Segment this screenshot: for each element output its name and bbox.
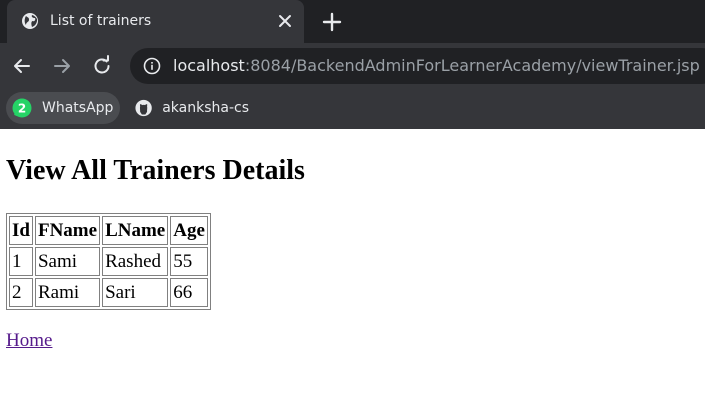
bookmark-whatsapp[interactable]: 2 WhatsApp [6,92,120,124]
cell-lname: Rashed [102,247,169,276]
page-title: View All Trainers Details [6,155,305,186]
cell-lname: Sari [102,278,169,307]
home-link[interactable]: Home [6,329,52,353]
close-icon[interactable] [275,11,295,31]
whatsapp-badge: 2 [18,102,26,116]
arrow-right-icon[interactable] [50,54,74,78]
cell-id: 2 [9,278,33,307]
cell-fname: Rami [34,278,101,307]
plus-icon[interactable] [320,10,344,34]
tab-list-of-trainers[interactable]: List of trainers [7,0,304,43]
cell-age: 66 [170,278,208,307]
browser-toolbar: localhost:8084/BackendAdminForLearnerAca… [0,43,705,89]
table-header-row: Id FName LName Age [9,216,208,245]
url-path: :8084/BackendAdminForLearnerAcademy/view… [244,56,700,75]
column-header-age: Age [170,216,208,245]
bookmark-github[interactable]: akanksha-cs [129,92,249,124]
reload-icon[interactable] [90,54,114,78]
column-header-id: Id [9,216,33,245]
table-row: 1 Sami Rashed 55 [9,247,208,276]
table-row: 2 Rami Sari 66 [9,278,208,307]
page-content: View All Trainers Details Id FName LName… [0,129,705,410]
github-icon [135,99,152,117]
whatsapp-icon: 2 [12,98,32,118]
globe-icon [22,13,38,29]
trainers-table: Id FName LName Age 1 Sami Rashed 55 2 Ra… [6,213,211,310]
address-bar[interactable]: localhost:8084/BackendAdminForLearnerAca… [130,48,705,84]
bookmarks-bar: 2 WhatsApp akanksha-cs [0,89,705,129]
bookmark-label: WhatsApp [42,100,114,116]
arrow-left-icon[interactable] [10,54,34,78]
tab-title: List of trainers [50,13,152,29]
cell-id: 1 [9,247,33,276]
cell-fname: Sami [34,247,101,276]
bookmark-label: akanksha-cs [162,100,249,116]
tab-strip: List of trainers [0,0,705,43]
url-host: localhost [173,56,245,75]
column-header-lname: LName [102,216,169,245]
column-header-fname: FName [34,216,101,245]
url-text[interactable]: localhost:8084/BackendAdminForLearnerAca… [173,56,700,76]
cell-age: 55 [170,247,208,276]
info-icon[interactable] [143,57,161,75]
